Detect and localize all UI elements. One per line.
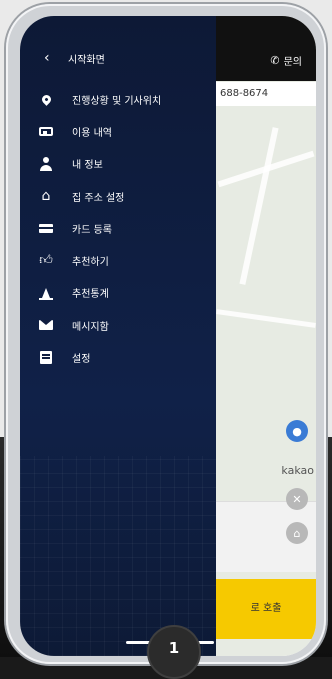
phone-screen: ✆ 문의 688-8674 ● kakao ✕ ⌂ 로 호출 ‹ 시작화면 진행… [20,16,316,656]
drawer-back-button[interactable]: ‹ 시작화면 [44,50,105,66]
menu-item-label: 설정 [72,354,91,366]
settings-icon [38,350,54,366]
inquiry-label: 문의 [283,57,302,68]
menu-item-inbox[interactable]: 메시지함 [38,309,161,341]
home-icon: ⌂ [41,188,51,205]
thumbs-up-icon: 👍︎ [39,253,53,269]
menu-item-label: 추천하기 [72,257,109,269]
chevron-left-icon: ‹ [44,50,50,66]
menu-item-home-address[interactable]: ⌂ 집 주소 설정 [38,180,161,212]
menu-item-label: 메시지함 [72,321,109,333]
map-road [239,127,279,285]
person-icon [38,156,54,172]
map-road [216,309,316,328]
map-view[interactable]: ✆ 문의 688-8674 ● kakao ✕ ⌂ 로 호출 [216,16,316,656]
menu-item-progress[interactable]: 진행상황 및 기사위치 [38,83,161,115]
id-card-icon [38,123,54,139]
map-brand-label: kakao [281,464,314,477]
my-location-button[interactable]: ● [286,420,308,442]
menu-item-recommend[interactable]: 👍︎ 추천하기 [38,244,161,276]
menu-item-label: 진행상황 및 기사위치 [72,95,162,107]
menu-item-history[interactable]: 이용 내역 [38,115,161,147]
menu-item-label: 추천통계 [72,289,109,301]
menu-item-label: 카드 등록 [72,224,112,236]
side-drawer: ‹ 시작화면 진행상황 및 기사위치 이용 내역 내 정보 ⌂ 집 주소 설정 … [20,16,216,656]
menu-item-label: 이용 내역 [72,127,112,139]
close-map-button[interactable]: ✕ [286,488,308,510]
menu-item-my-info[interactable]: 내 정보 [38,148,161,180]
drawer-decoration [20,456,216,656]
map-top-bar: ✆ 문의 [216,16,316,81]
menu-item-settings[interactable]: 설정 [38,341,161,373]
menu-item-recommend-stats[interactable]: 추천통계 [38,277,161,309]
inquiry-button[interactable]: ✆ 문의 [270,53,302,68]
location-pin-icon [38,91,54,107]
step-number-badge: 1 [147,625,201,679]
stats-icon [38,285,54,301]
phone-frame: ✆ 문의 688-8674 ● kakao ✕ ⌂ 로 호출 ‹ 시작화면 진행… [6,4,326,664]
drawer-title: 시작화면 [68,54,105,66]
home-map-button[interactable]: ⌂ [286,522,308,544]
phone-icon: ✆ [270,54,280,67]
call-button[interactable]: 로 호출 [216,579,316,639]
menu-item-card-register[interactable]: 카드 등록 [38,212,161,244]
credit-card-icon [38,220,54,236]
drawer-menu: 진행상황 및 기사위치 이용 내역 내 정보 ⌂ 집 주소 설정 카드 등록 👍… [38,83,161,374]
menu-item-label: 집 주소 설정 [72,192,125,204]
menu-item-label: 내 정보 [72,160,103,172]
mail-icon [38,317,54,333]
phone-number: 688-8674 [216,82,316,106]
